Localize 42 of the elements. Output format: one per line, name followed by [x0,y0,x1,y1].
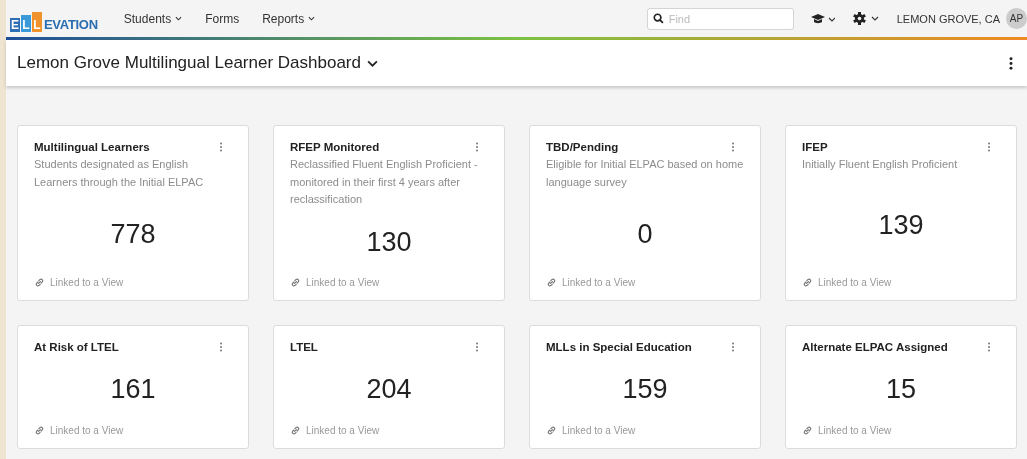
card-title: TBD/Pending [546,141,619,153]
nav-menu-item[interactable]: Forms [205,11,240,26]
user-avatar[interactable]: AP [1006,8,1027,29]
student-count: 0 [637,218,653,250]
caret-icon [366,59,378,67]
link-icon [546,425,557,436]
card-description: Students designated as English Learners through the Initial ELPAC [34,157,205,190]
link-icon [34,277,45,288]
student-count: 159 [622,373,668,405]
ellevation-logo[interactable]: E L L EVATION [10,5,98,32]
student-count: 15 [885,373,916,405]
caret-icon [308,16,316,21]
student-count: 204 [366,373,412,405]
link-icon [802,425,813,436]
card-description: Initially Fluent English Proficient [802,157,959,172]
search-field[interactable]: Find [646,7,794,30]
student-count: 130 [366,227,412,259]
card-title: IFEP [802,141,828,153]
nav-menu-item[interactable]: Students [123,11,183,26]
nav-menu-item[interactable]: Reports [262,11,316,26]
card-title: Alternate ELPAC Assigned [802,341,948,353]
link-icon [802,277,813,288]
card-title: MLLs in Special Education [546,341,692,353]
settings-menu-button[interactable] [852,12,879,25]
card-title: LTEL [290,341,318,353]
card-title: At Risk of LTEL [34,341,119,353]
education-menu-button[interactable] [810,13,835,24]
card-description: Eligible for Initial ELPAC based on home language survey [546,157,744,190]
caret-icon [175,16,183,21]
card-title: Multilingual Learners [34,141,150,153]
card-title: RFEP Monitored [290,141,380,153]
link-icon [290,425,301,436]
dashboard-title-dropdown[interactable]: Lemon Grove Multilingual Learner Dashboard [17,53,378,73]
student-count: 161 [110,373,156,405]
link-icon [290,277,301,288]
student-count: 778 [110,218,156,250]
more-options-icon[interactable] [1009,56,1013,70]
district-name: LEMON GROVE, CA [896,12,1000,25]
card-description: Reclassified Fluent English Proficient - monitored in their first 4 years after reclassification [290,157,479,207]
link-icon [34,425,45,436]
link-icon [546,277,557,288]
student-count: 139 [878,209,924,241]
